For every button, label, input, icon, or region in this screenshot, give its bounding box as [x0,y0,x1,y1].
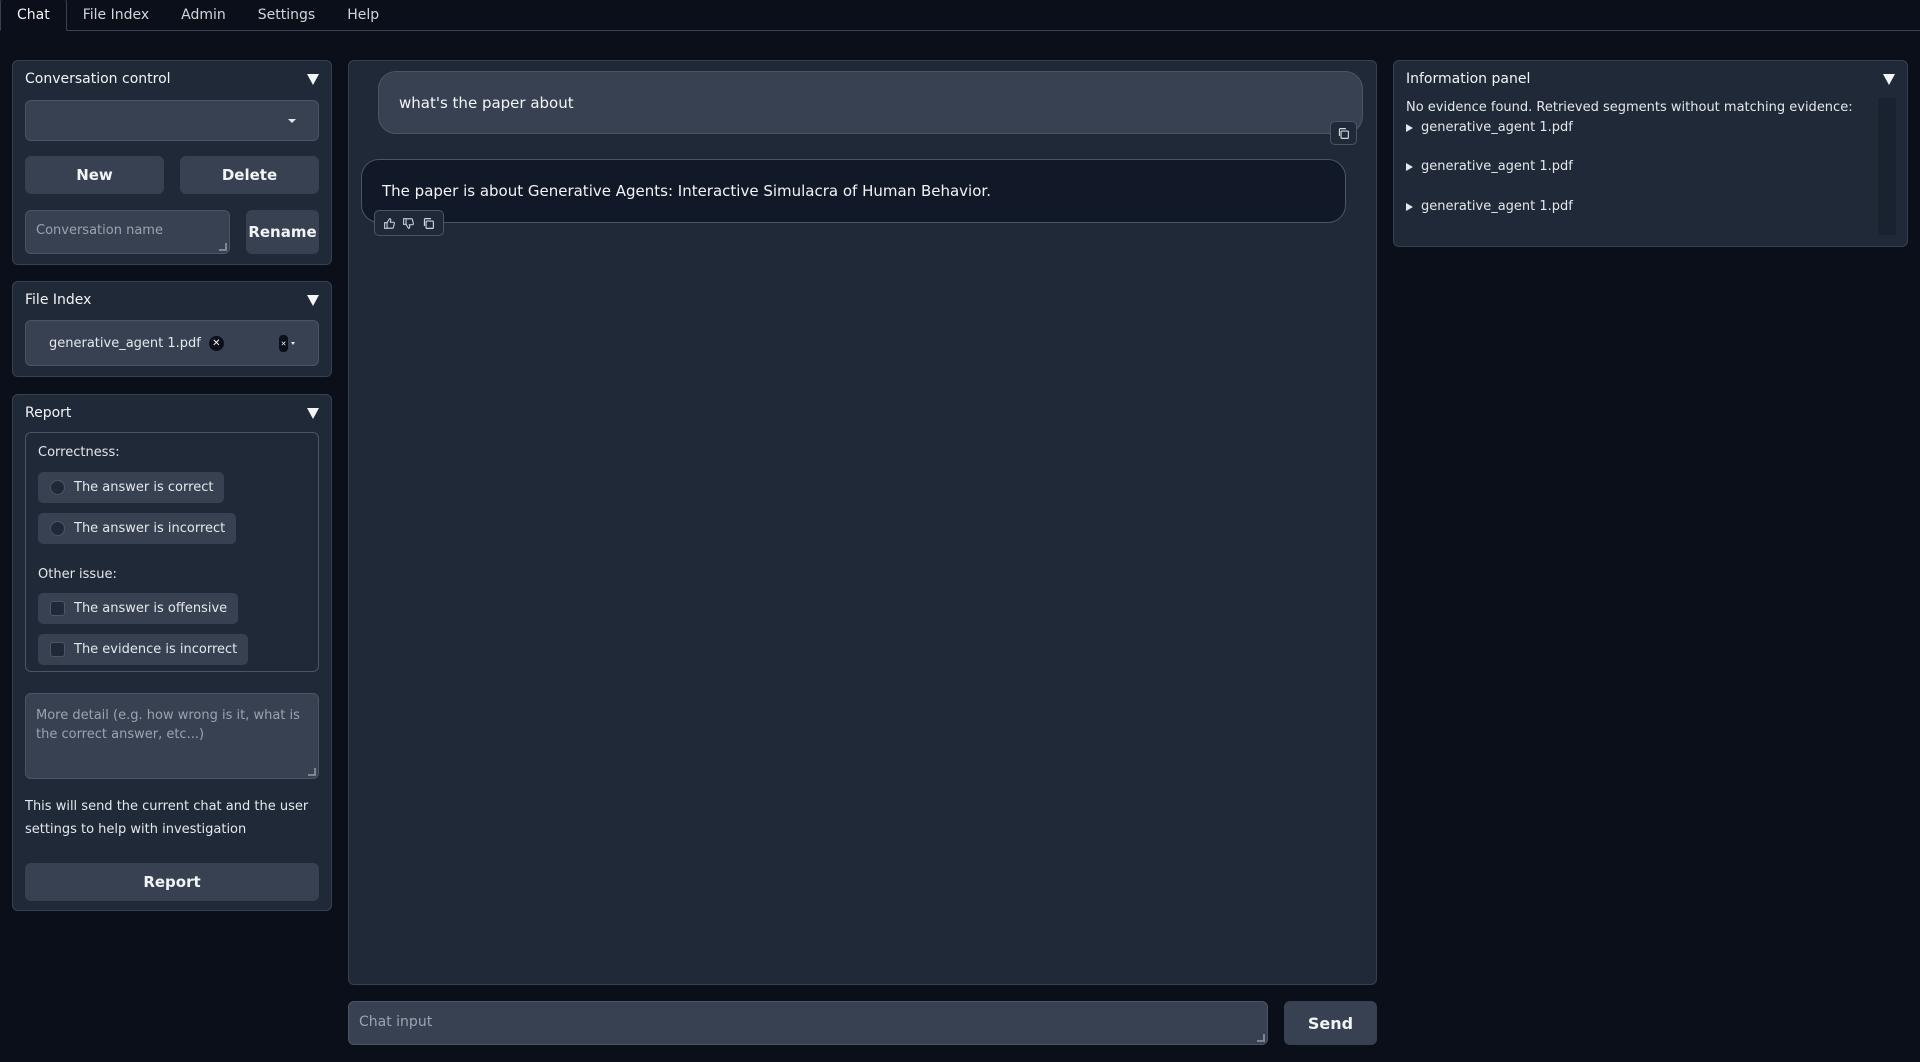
radio-icon [50,521,65,536]
tab-file-index[interactable]: File Index [67,0,165,30]
delete-conversation-button[interactable]: Delete [180,156,319,194]
checkbox-answer-offensive-label: The answer is offensive [74,601,228,616]
triangle-right-icon [1406,162,1413,171]
other-issue-label: Other issue: [38,567,117,582]
tab-settings[interactable]: Settings [242,0,331,30]
top-tab-bar: Chat File Index Admin Settings Help [0,0,1920,31]
copy-icon [1338,127,1349,139]
evidence-item[interactable]: generative_agent 1.pdf [1406,159,1573,174]
file-index-panel: File Index generative_agent 1.pdf ✕ ✕ [12,281,332,377]
tab-chat[interactable]: Chat [0,0,67,31]
triangle-right-icon [1406,202,1413,211]
file-chip-label: generative_agent 1.pdf [49,335,201,351]
report-options-box: Correctness: The answer is correct The a… [25,432,319,672]
thumbs-down-icon[interactable] [402,217,415,230]
report-panel: Report Correctness: The answer is correc… [12,394,332,911]
chevron-down-icon [288,119,296,123]
file-index-title: File Index [25,292,92,308]
triangle-right-icon [1406,123,1413,132]
resize-handle-icon[interactable] [219,243,227,251]
resize-handle-icon[interactable] [1257,1034,1265,1042]
conversation-control-title: Conversation control [25,71,171,87]
report-button[interactable]: Report [25,863,319,901]
evidence-item-label: generative_agent 1.pdf [1421,159,1573,174]
checkbox-icon [50,601,65,616]
conversation-select[interactable] [25,100,319,141]
copy-icon[interactable] [422,217,435,230]
evidence-item-label: generative_agent 1.pdf [1421,120,1573,135]
bot-message-text: The paper is about Generative Agents: In… [382,182,991,200]
checkbox-answer-offensive[interactable]: The answer is offensive [38,593,239,624]
conversation-name-placeholder: Conversation name [36,223,163,238]
evidence-item[interactable]: generative_agent 1.pdf [1406,120,1573,135]
radio-answer-incorrect[interactable]: The answer is incorrect [38,513,237,544]
radio-answer-correct-label: The answer is correct [74,480,214,495]
user-message-text: what's the paper about [399,93,574,112]
information-panel: Information panel No evidence found. Ret… [1393,60,1908,247]
checkbox-evidence-incorrect-label: The evidence is incorrect [74,642,238,657]
chat-input[interactable]: Chat input [348,1001,1268,1045]
collapse-icon[interactable] [307,408,319,419]
send-button[interactable]: Send [1284,1001,1377,1045]
report-note: This will send the current chat and the … [25,799,309,837]
chat-input-placeholder: Chat input [359,1014,433,1030]
collapse-icon[interactable] [1883,74,1895,85]
file-chip: generative_agent 1.pdf ✕ [37,328,234,358]
report-detail-placeholder: More detail (e.g. how wrong is it, what … [36,708,300,742]
evidence-item[interactable]: generative_agent 1.pdf [1406,199,1573,214]
radio-answer-incorrect-label: The answer is incorrect [74,521,226,536]
radio-answer-correct[interactable]: The answer is correct [38,472,225,503]
clear-all-icon[interactable]: ✕ [279,335,288,352]
report-detail-input[interactable]: More detail (e.g. how wrong is it, what … [25,693,319,779]
checkbox-evidence-incorrect[interactable]: The evidence is incorrect [38,634,249,665]
chevron-down-icon[interactable] [291,342,295,345]
resize-handle-icon[interactable] [308,768,316,776]
report-title: Report [25,405,72,421]
thumbs-up-icon[interactable] [383,217,396,230]
bot-message: The paper is about Generative Agents: In… [361,159,1346,223]
tab-help[interactable]: Help [331,0,395,30]
evidence-item-label: generative_agent 1.pdf [1421,199,1573,214]
info-scrollbar[interactable] [1878,98,1896,235]
rename-button[interactable]: Rename [246,210,319,254]
evidence-message: No evidence found. Retrieved segments wi… [1406,100,1853,115]
correctness-label: Correctness: [38,445,120,460]
information-panel-title: Information panel [1406,71,1531,87]
collapse-icon[interactable] [307,74,319,85]
conversation-control-panel: Conversation control New Delete Conversa… [12,60,332,265]
conversation-name-input[interactable]: Conversation name [25,210,230,254]
user-message: what's the paper about [378,71,1363,134]
file-select[interactable]: generative_agent 1.pdf ✕ ✕ [25,320,319,366]
bot-message-actions [374,210,444,236]
collapse-icon[interactable] [307,295,319,306]
tab-admin[interactable]: Admin [165,0,242,30]
chat-area[interactable]: what's the paper about The paper is abou… [348,60,1377,985]
copy-user-message-button[interactable] [1330,121,1357,145]
new-conversation-button[interactable]: New [25,156,164,194]
radio-icon [50,480,65,495]
checkbox-icon [50,642,65,657]
close-icon[interactable]: ✕ [208,335,224,351]
